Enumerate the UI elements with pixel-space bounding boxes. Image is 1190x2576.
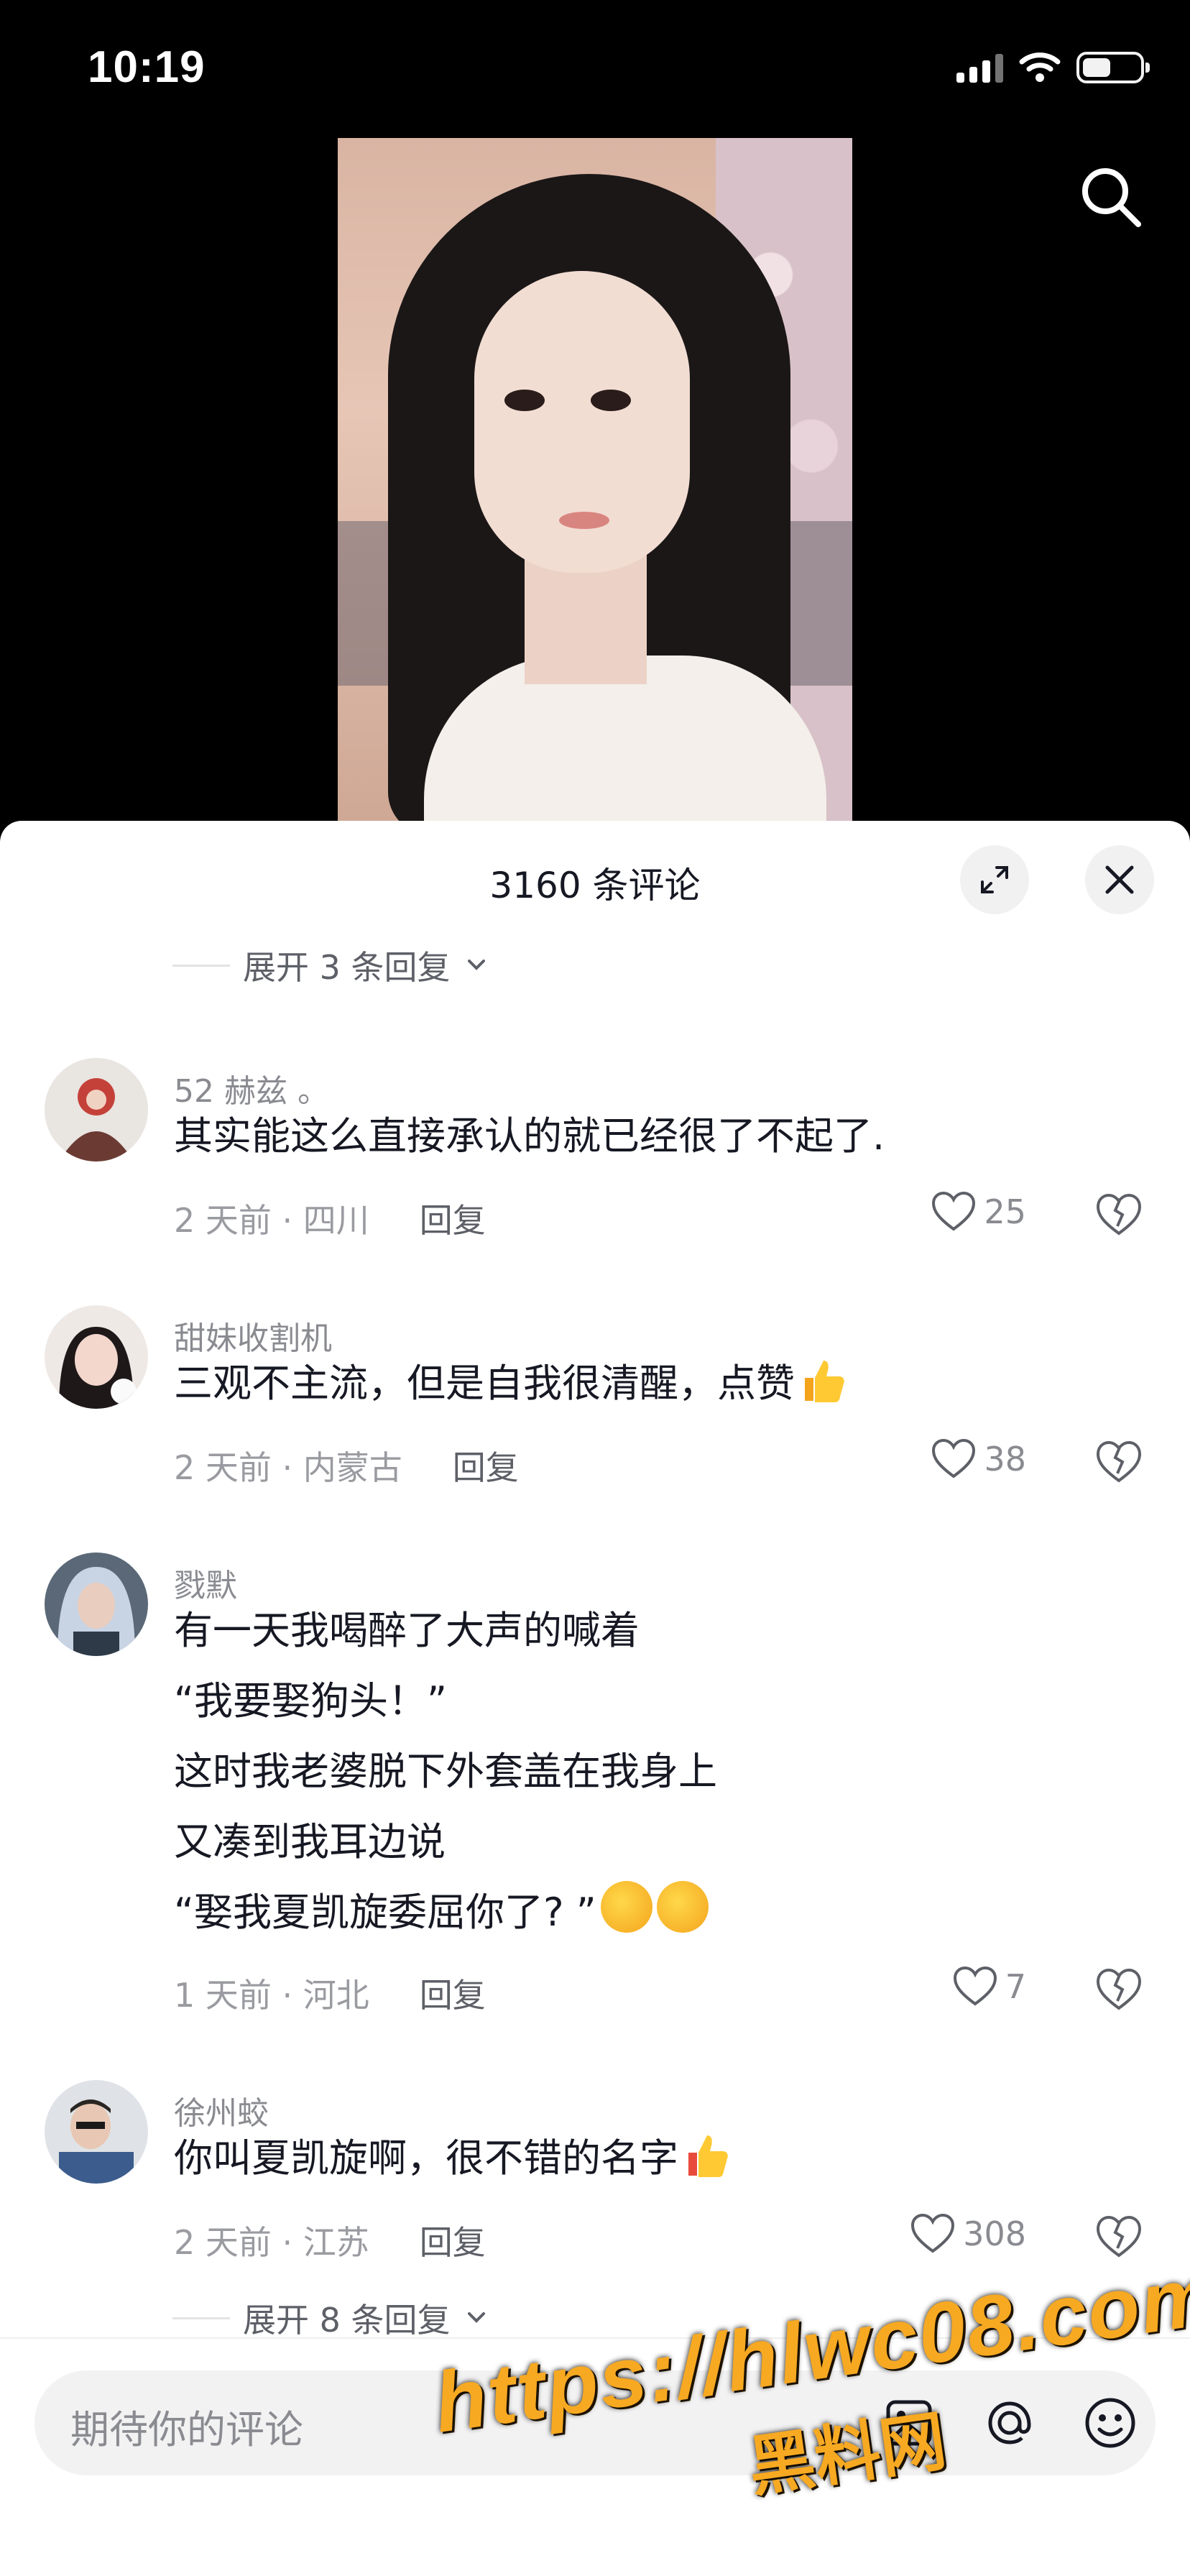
heart-icon bbox=[932, 1438, 976, 1478]
signal-icon bbox=[956, 52, 1003, 83]
heart-icon bbox=[911, 2213, 955, 2253]
battery-icon bbox=[1076, 52, 1150, 83]
video-player[interactable] bbox=[338, 138, 852, 822]
comment-text-content: 你叫夏凯旋啊，很不错的名字 bbox=[174, 2135, 678, 2181]
comment-text-line: “我要娶狗头！” bbox=[174, 1678, 447, 1724]
like-count: 308 bbox=[963, 2214, 1026, 2253]
comment-text: 三观不主流，但是自我很清醒，点赞 bbox=[174, 1348, 847, 1419]
like-button[interactable]: 25 bbox=[931, 1190, 1026, 1233]
comment-text-content: 三观不主流，但是自我很清醒，点赞 bbox=[174, 1361, 795, 1406]
expand-replies-top[interactable]: 展开 3 条回复 bbox=[172, 942, 489, 989]
comment-text-content: “娶我夏凯旋委屈你了? ” bbox=[174, 1890, 596, 1935]
comment-input-placeholder: 期待你的评论 bbox=[70, 2407, 303, 2452]
time-location: 2 天前 · 内蒙古 bbox=[174, 1448, 402, 1487]
emoji-icon[interactable] bbox=[1079, 2392, 1141, 2454]
video-eye-left bbox=[504, 390, 545, 411]
comment-meta: 1 天前 · 河北 回复 bbox=[174, 1969, 486, 2017]
chevron-down-icon bbox=[467, 960, 485, 970]
at-icon[interactable] bbox=[979, 2392, 1041, 2454]
like-count: 25 bbox=[984, 1192, 1026, 1231]
heart-icon bbox=[932, 1191, 976, 1231]
dislike-icon[interactable] bbox=[1094, 2211, 1144, 2261]
dislike-icon[interactable] bbox=[1094, 1964, 1144, 2014]
comment-meta: 2 天前 · 四川 回复 bbox=[174, 1195, 486, 1242]
like-button[interactable]: 308 bbox=[910, 2212, 1026, 2255]
comment-meta: 2 天前 · 内蒙古 回复 bbox=[174, 1442, 519, 1489]
status-icons bbox=[956, 52, 1150, 83]
expand-replies-bottom[interactable]: 展开 8 条回复 bbox=[172, 2294, 489, 2342]
like-button[interactable]: 38 bbox=[931, 1438, 1026, 1481]
avatar[interactable] bbox=[45, 1058, 148, 1162]
hug-emoji bbox=[600, 1881, 652, 1933]
expand-replies-label: 展开 3 条回复 bbox=[243, 948, 451, 987]
divider bbox=[172, 964, 230, 967]
reply-button[interactable]: 回复 bbox=[420, 2217, 486, 2264]
comment-text: 你叫夏凯旋啊，很不错的名字 bbox=[174, 2123, 730, 2194]
divider bbox=[172, 2317, 230, 2319]
comment-text-line: 有一天我喝醉了大声的喊着 bbox=[174, 1608, 640, 1653]
expand-icon bbox=[981, 866, 1008, 893]
reply-button[interactable]: 回复 bbox=[453, 1442, 519, 1489]
time-location: 2 天前 · 江苏 bbox=[174, 2223, 369, 2262]
comment-meta: 2 天前 · 江苏 回复 bbox=[174, 2217, 486, 2264]
status-time: 10:19 bbox=[88, 42, 206, 92]
heart-icon bbox=[953, 1966, 997, 2006]
close-button[interactable] bbox=[1085, 845, 1154, 914]
like-count: 38 bbox=[984, 1440, 1026, 1478]
thumbs-up-emoji bbox=[805, 1361, 844, 1402]
comment-text-line: 这时我老婆脱下外套盖在我身上 bbox=[174, 1749, 717, 1794]
chevron-down-icon bbox=[467, 2312, 485, 2323]
video-eye-right bbox=[591, 390, 631, 411]
search-icon[interactable] bbox=[1075, 161, 1147, 233]
comment-text: 其实能这么直接承认的就已经很了不起了. bbox=[174, 1113, 885, 1159]
time-location: 1 天前 · 河北 bbox=[174, 1976, 369, 2015]
close-icon bbox=[1105, 865, 1134, 894]
like-count: 7 bbox=[1005, 1967, 1026, 2006]
avatar[interactable] bbox=[45, 1305, 148, 1409]
expand-replies-label: 展开 8 条回复 bbox=[243, 2301, 451, 2340]
like-button[interactable]: 7 bbox=[952, 1965, 1026, 2008]
time-location: 2 天前 · 四川 bbox=[174, 1201, 369, 1240]
avatar[interactable] bbox=[45, 2080, 148, 2184]
reply-button[interactable]: 回复 bbox=[420, 1969, 486, 2017]
hug-emoji bbox=[656, 1881, 709, 1933]
thumbs-up-emoji bbox=[688, 2135, 728, 2177]
avatar[interactable] bbox=[45, 1552, 148, 1656]
video-lips bbox=[559, 512, 609, 529]
comment-text-line: “娶我夏凯旋委屈你了? ” bbox=[174, 1877, 709, 1948]
expand-button[interactable] bbox=[960, 845, 1029, 914]
dislike-icon[interactable] bbox=[1094, 1436, 1144, 1486]
reply-button[interactable]: 回复 bbox=[420, 1195, 486, 1242]
comment-text-line: 又凑到我耳边说 bbox=[174, 1819, 446, 1864]
wifi-icon bbox=[1019, 52, 1061, 82]
dislike-icon[interactable] bbox=[1094, 1189, 1144, 1239]
